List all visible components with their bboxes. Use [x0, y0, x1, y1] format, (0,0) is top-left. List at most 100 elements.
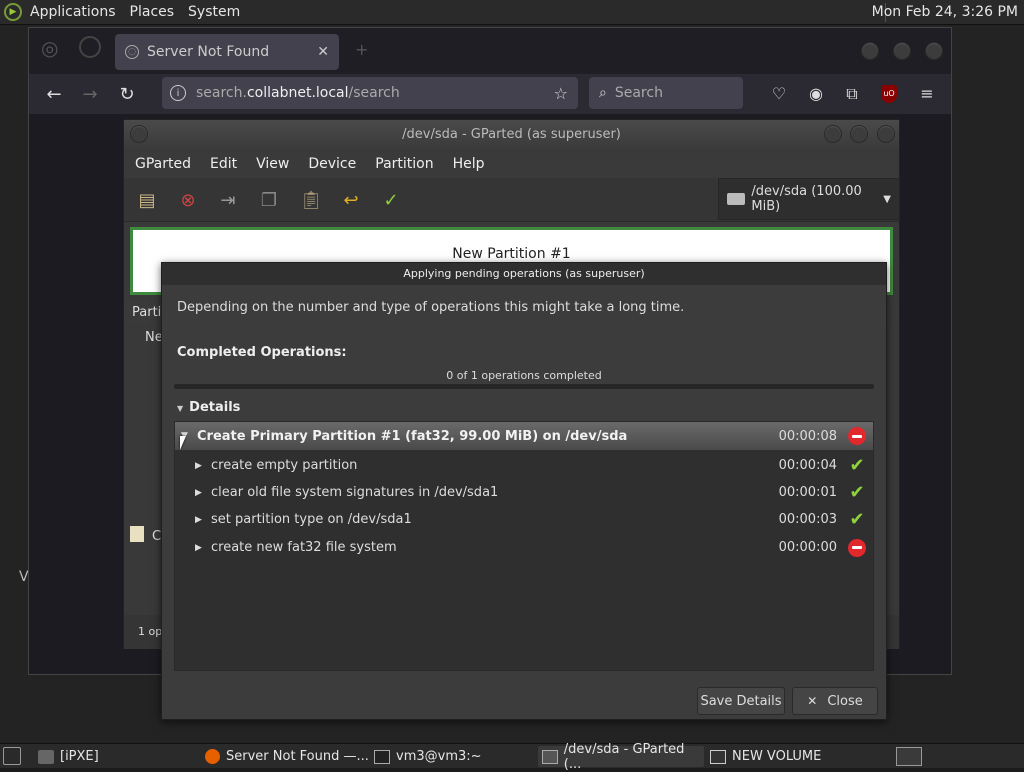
operation-time: 00:00:00	[778, 540, 837, 555]
close-window-button[interactable]	[925, 42, 943, 60]
success-check-icon: ✔	[849, 455, 865, 476]
gparted-title: /dev/sda - GParted (as superuser)	[402, 127, 621, 142]
partition-label: New Partition #1	[452, 246, 571, 262]
info-icon[interactable]: i	[170, 85, 186, 101]
details-label: Details	[189, 400, 241, 415]
maximize-button[interactable]	[893, 42, 911, 60]
operation-time: 00:00:03	[778, 512, 837, 527]
gparted-maximize-button[interactable]	[850, 125, 868, 143]
show-desktop-icon[interactable]	[3, 747, 21, 765]
dialog-title: Applying pending operations (as superuse…	[162, 263, 886, 285]
close-label: Close	[827, 693, 863, 709]
delete-icon[interactable]: ⊗	[176, 188, 200, 212]
distro-logo-icon[interactable]: ▶	[4, 3, 22, 21]
copy-icon[interactable]: ❐	[257, 188, 281, 212]
tab-close-icon[interactable]: ✕	[317, 44, 329, 60]
apply-icon[interactable]: ✓	[379, 188, 403, 212]
back-arrow-icon[interactable]: ←	[42, 82, 66, 106]
taskbar-item-terminal[interactable]: vm3@vm3:~	[374, 746, 534, 767]
tab-title: Server Not Found	[147, 44, 270, 60]
extensions-icon[interactable]: ⧉	[841, 84, 863, 104]
mouse-cursor-icon	[180, 436, 186, 450]
gparted-minimize-button[interactable]	[824, 125, 842, 143]
save-details-label: Save Details	[700, 693, 782, 709]
error-icon	[847, 538, 867, 558]
expander-closed-icon[interactable]: ▶	[195, 461, 205, 471]
operation-row[interactable]: ▶ create empty partition 00:00:04 ✔	[175, 452, 873, 479]
url-path: /search	[348, 85, 400, 101]
system-menu[interactable]: System	[188, 4, 240, 20]
success-check-icon: ✔	[849, 482, 865, 503]
success-check-icon: ✔	[849, 509, 865, 530]
operation-time: 00:00:04	[778, 458, 837, 473]
taskbar-label: vm3@vm3:~	[396, 749, 482, 764]
clock[interactable]: Mon Feb 24, 3:26 PM	[872, 4, 1018, 20]
operation-text: set partition type on /dev/sda1	[211, 512, 412, 527]
operation-row[interactable]: ▶ set partition type on /dev/sda1 00:00:…	[175, 506, 873, 533]
url-bar[interactable]: i search. collabnet.local/search ☆	[162, 77, 578, 109]
forward-arrow-icon[interactable]: →	[78, 82, 102, 106]
expander-closed-icon[interactable]: ▶	[195, 515, 205, 525]
new-partition-icon[interactable]: ▤	[135, 188, 159, 212]
gparted-icon	[542, 749, 558, 764]
globe-icon: ◌	[125, 45, 139, 59]
gparted-menu-button[interactable]	[130, 125, 148, 143]
top-panel: ▶ Applications Places System	[0, 0, 1024, 25]
workspace-switcher-icon[interactable]	[896, 747, 922, 766]
tab-server-not-found[interactable]: ◌ Server Not Found ✕	[115, 34, 339, 70]
pending-operation-text: C	[152, 529, 162, 544]
menu-device[interactable]: Device	[308, 156, 356, 172]
taskbar-label: NEW VOLUME	[732, 749, 822, 764]
taskbar-item-new-volume[interactable]: NEW VOLUME	[710, 746, 880, 767]
device-selector[interactable]: /dev/sda (100.00 MiB) ▼	[718, 178, 900, 220]
url-host: collabnet.local	[246, 85, 349, 101]
operation-time: 00:00:08	[778, 428, 837, 444]
taskbar-item-ipxe[interactable]: [iPXE]	[38, 746, 198, 767]
operation-text: Create Primary Partition #1 (fat32, 99.0…	[197, 428, 628, 444]
minimize-button[interactable]	[861, 42, 879, 60]
close-button[interactable]: ✕ Close	[792, 687, 878, 715]
places-menu[interactable]: Places	[130, 4, 175, 20]
reload-icon[interactable]: ↻	[115, 82, 139, 106]
save-details-button[interactable]: Save Details	[697, 687, 785, 715]
menu-partition[interactable]: Partition	[375, 156, 433, 172]
account-icon[interactable]: ◉	[805, 84, 827, 103]
operation-time: 00:00:01	[778, 485, 837, 500]
taskbar-item-firefox[interactable]: Server Not Found —...	[205, 746, 370, 767]
new-tab-icon[interactable]: +	[355, 40, 368, 59]
operation-row[interactable]: ▶ create new fat32 file system 00:00:00	[175, 534, 873, 561]
completed-operations-label: Completed Operations:	[177, 345, 347, 360]
expander-closed-icon[interactable]: ▶	[195, 543, 205, 553]
progress-text: 0 of 1 operations completed	[446, 369, 602, 382]
operation-row[interactable]: ▼ Create Primary Partition #1 (fat32, 99…	[175, 422, 873, 450]
ublock-icon[interactable]: uO	[881, 85, 897, 103]
menu-help[interactable]: Help	[453, 156, 485, 172]
close-icon: ✕	[807, 694, 818, 708]
applications-menu[interactable]: Applications	[30, 4, 116, 20]
disk-icon	[727, 193, 746, 205]
firefox-view-icon[interactable]: ◎	[41, 36, 58, 60]
pending-operation-icon	[130, 526, 144, 542]
operation-row[interactable]: ▶ clear old file system signatures in /d…	[175, 479, 873, 506]
taskbar-item-gparted[interactable]: /dev/sda - GParted (...	[538, 742, 704, 772]
progress-bar	[174, 384, 874, 389]
search-input[interactable]: ⌕ Search	[589, 77, 743, 109]
search-icon: ⌕	[599, 85, 607, 101]
menu-view[interactable]: View	[256, 156, 289, 172]
operation-text: clear old file system signatures in /dev…	[211, 485, 499, 500]
resize-move-icon[interactable]: ⇥	[216, 188, 240, 212]
details-expander[interactable]: ▼ Details	[177, 400, 240, 415]
gparted-close-button[interactable]	[877, 125, 895, 143]
pocket-icon[interactable]: ♡	[768, 84, 790, 103]
expander-closed-icon[interactable]: ▶	[195, 488, 205, 498]
bookmark-star-icon[interactable]: ☆	[554, 84, 568, 103]
expander-open-icon: ▼	[177, 404, 184, 413]
menu-gparted[interactable]: GParted	[135, 156, 191, 172]
undo-icon[interactable]: ↩	[339, 188, 363, 212]
taskbar-label: Server Not Found —...	[226, 749, 369, 764]
hamburger-menu-icon[interactable]: ≡	[916, 84, 938, 103]
paste-icon[interactable]: 📋︎	[299, 188, 323, 212]
device-label: /dev/sda (100.00 MiB)	[751, 184, 862, 214]
menu-edit[interactable]: Edit	[210, 156, 237, 172]
window-icon	[710, 749, 726, 764]
